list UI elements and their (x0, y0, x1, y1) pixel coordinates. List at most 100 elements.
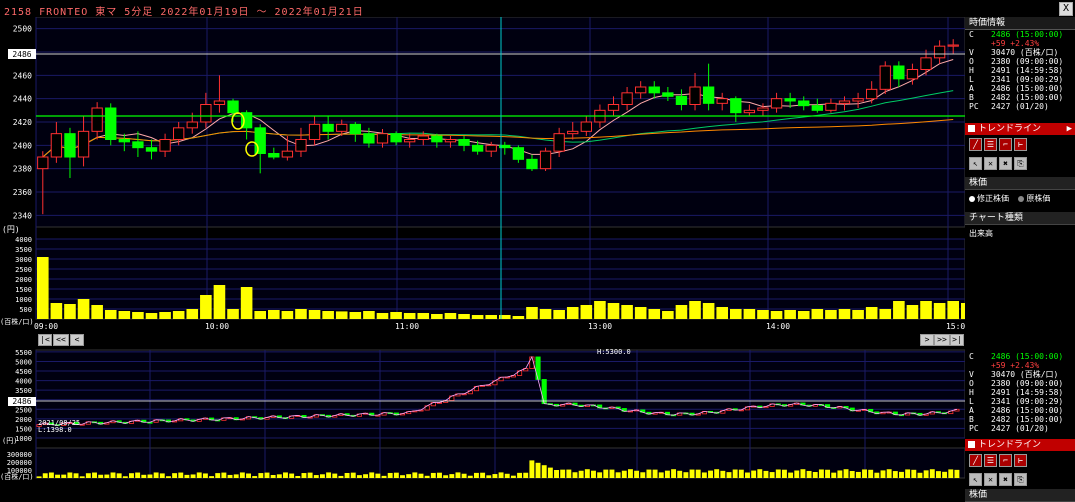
channel-tool-icon[interactable]: ⌐ (999, 454, 1012, 467)
lower-volume-bar (726, 472, 732, 478)
candle-body (91, 107, 103, 132)
lower-volume-bar (209, 476, 215, 478)
horizontal-line-tool-icon[interactable]: ☰ (984, 454, 997, 467)
candle-body (539, 150, 552, 170)
fibonacci-tool-icon[interactable]: ⊢ (1014, 138, 1027, 151)
lower-volume-bar (554, 470, 559, 478)
lower-volume-bar (899, 471, 904, 478)
lower-section-header: 株価 (965, 489, 1075, 502)
candle-body (512, 147, 525, 160)
lower-volume-bar (301, 473, 307, 478)
candle-body (173, 127, 185, 141)
lower-volume-bar (61, 474, 67, 478)
info-row: A 2486 (15:00:00) (965, 84, 1075, 93)
lower-volume-bar (375, 473, 381, 478)
lower-volume-bar (677, 470, 683, 478)
adjusted-price-radio[interactable]: 修正株価 (969, 193, 1009, 204)
lower-trendline-header[interactable]: トレンドライン (965, 439, 1075, 451)
lower-volume-bar (640, 472, 646, 478)
lower-volume-bar (788, 472, 794, 478)
volume-bar (906, 305, 919, 319)
raw-price-radio[interactable]: 原株価 (1018, 193, 1050, 204)
volume-bar (37, 257, 49, 319)
candle-body (322, 123, 334, 132)
main-chart-svg[interactable]: 250024802460244024202400238023602340 400… (0, 16, 973, 347)
edit-tools: ↖ ✕ ✖ ⎘ (965, 154, 1075, 173)
nav-prev-page-button[interactable]: << (53, 334, 69, 346)
lower-volume-bar (874, 472, 880, 478)
lower-tick-label: 1000 (15, 435, 32, 443)
lower-volume-bar (332, 473, 338, 478)
volume-bar (200, 295, 212, 319)
expand-arrow-icon[interactable]: ▶ (1067, 123, 1072, 135)
lower-volume-bar (745, 472, 750, 478)
fibonacci-tool-icon[interactable]: ⊢ (1014, 454, 1027, 467)
info-value: 2427 (01/20) (991, 424, 1049, 433)
lower-volume-bar (862, 469, 867, 478)
lower-price-unit: (円) (2, 437, 17, 445)
info-value: 2482 (15:00:00) (991, 415, 1064, 424)
delete-all-tool-icon[interactable]: ✖ (999, 157, 1012, 170)
delete-tool-icon[interactable]: ✕ (984, 157, 997, 170)
trend-line-tool-icon[interactable]: ╱ (969, 138, 982, 151)
trendline-header[interactable]: トレンドライン ▶ (965, 123, 1075, 135)
lower-info-row: B 2482 (15:00:00) (965, 415, 1075, 424)
volume-bar (621, 305, 633, 319)
nav-next-page-button[interactable]: >> (934, 334, 950, 346)
candle-body (390, 133, 402, 143)
lower-chart-svg[interactable]: 5500500045004000350030002500200015001000… (0, 348, 966, 481)
lower-volume-bar (794, 470, 800, 478)
lower-tick-label: 2000 (15, 416, 32, 424)
lower-volume-bar (430, 472, 436, 478)
lower-volume-bar (319, 474, 325, 478)
price-tick-label: 2420 (13, 118, 32, 127)
candle-body (920, 57, 932, 70)
lower-volume-bar (492, 474, 498, 478)
lower-volume-bar (233, 474, 239, 478)
lower-volume-bar (751, 470, 757, 478)
volume-bar (648, 309, 661, 319)
horizontal-line-tool-icon[interactable]: ☰ (984, 138, 997, 151)
candle-body (431, 135, 443, 143)
volume-bar (811, 309, 824, 319)
info-row: C 2486 (15:00:00) (965, 30, 1075, 39)
lower-volume-bar (449, 474, 455, 478)
candle-body (580, 121, 592, 132)
candle-body (648, 86, 660, 94)
pointer-tool-icon[interactable]: ↖ (969, 157, 982, 170)
lower-tick-label: 5000 (15, 358, 32, 366)
trend-line-tool-icon[interactable]: ╱ (969, 454, 982, 467)
candle-body (702, 86, 715, 104)
candle-body (675, 95, 688, 106)
lower-volume-bar (221, 472, 227, 478)
info-value: 2486 (15:00:00) (991, 406, 1064, 415)
nav-last-button[interactable]: >| (950, 334, 964, 346)
candle-body (716, 98, 728, 104)
lower-volume-bar (701, 472, 707, 478)
lower-info-row: O 2380 (09:00:00) (965, 379, 1075, 388)
candle-body (811, 105, 823, 111)
lower-volume-bar (917, 472, 923, 478)
info-value: 2486 (15:00:00) (991, 30, 1064, 39)
chart-type-value[interactable]: 出来高 (965, 225, 1075, 242)
lower-volume-bar (239, 472, 245, 478)
lower-volume-bar (92, 472, 97, 478)
lower-volume-bar (381, 475, 387, 478)
lower-volume-bar (732, 469, 738, 478)
candle-body (336, 123, 348, 132)
lower-volume-bar (886, 469, 892, 478)
volume-tick-label: 2500 (15, 266, 32, 274)
channel-tool-icon[interactable]: ⌐ (999, 138, 1012, 151)
lower-volume-bar (572, 472, 578, 478)
nav-prev-button[interactable]: < (70, 334, 84, 346)
close-button[interactable]: X (1059, 2, 1073, 16)
nav-first-button[interactable]: |< (38, 334, 52, 346)
nav-next-button[interactable]: > (920, 334, 934, 346)
lower-volume-bar (215, 473, 221, 478)
lower-candle (541, 379, 547, 405)
lower-volume-bar (664, 470, 670, 478)
lower-volume-bar (646, 469, 652, 478)
copy-tool-icon[interactable]: ⎘ (1014, 157, 1027, 170)
lower-tick-label: 4000 (15, 378, 32, 386)
candle-body (743, 109, 756, 114)
